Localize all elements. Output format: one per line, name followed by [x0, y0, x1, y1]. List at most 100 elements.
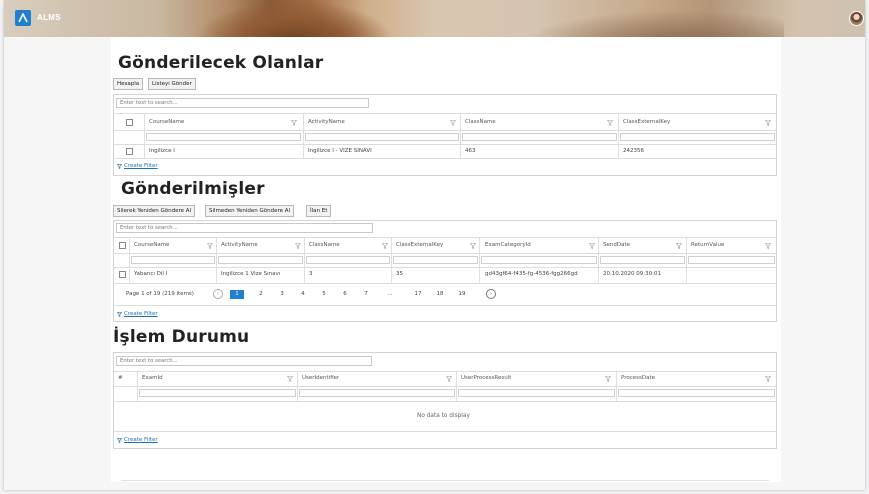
pager-page[interactable]: 5 [319, 291, 329, 297]
grid2-cell: gd43gf64-f435-fg-4536-fgg266gd [485, 271, 578, 277]
pager-page[interactable]: 18 [435, 291, 445, 297]
grid2-pager-line [114, 283, 776, 284]
pager-page[interactable]: 17 [413, 291, 423, 297]
pager-next-button[interactable]: › [486, 289, 496, 299]
pager-page[interactable]: 7 [361, 291, 371, 297]
filter-icon [117, 164, 122, 169]
grid2-cell: İngilizce 1 Vize Sınavı [221, 271, 281, 277]
grid1-col-sep [618, 114, 619, 158]
grid1-row-checkbox[interactable] [126, 148, 133, 155]
grid2-filter-classexternalkey[interactable] [393, 256, 478, 264]
grid2-select-all-checkbox[interactable] [119, 242, 126, 249]
grid1-filter-activityname[interactable] [305, 133, 459, 141]
filter-icon[interactable] [382, 243, 388, 249]
filter-icon[interactable] [605, 376, 611, 382]
filter-icon[interactable] [450, 120, 456, 126]
footer-divider [121, 480, 769, 481]
grid2-cell: 20.10.2020 09:30:01 [603, 271, 661, 277]
grid2-row-checkbox[interactable] [119, 271, 126, 278]
pager-prev-button[interactable]: ‹ [213, 289, 223, 299]
grid3-filter-useridentifier[interactable] [299, 389, 455, 397]
grid2-filter-examcategoryid[interactable] [481, 256, 597, 264]
pager-page[interactable]: 19 [457, 291, 467, 297]
filter-icon[interactable] [676, 243, 682, 249]
filter-icon[interactable] [287, 376, 293, 382]
banner-landscape-image [524, 10, 784, 37]
app-window: ALMS Gönderilecek Olanlar Hesapla Listey… [4, 0, 865, 490]
grid3-filter-examid[interactable] [139, 389, 296, 397]
grid1-header-bottom-line [114, 130, 776, 131]
pager-page[interactable]: 6 [340, 291, 350, 297]
grid2-col-sep [479, 238, 480, 283]
grid1-create-filter-link[interactable]: Create Filter [124, 163, 158, 169]
grid2-header-top-line [114, 237, 776, 238]
grid2-footer-line [114, 305, 776, 306]
listeyi-gonder-button[interactable]: Listeyi Gönder [148, 78, 196, 90]
grid1-search-input[interactable]: Enter text to search... [116, 98, 369, 108]
section-title-gonderilecek: Gönderilecek Olanlar [118, 53, 324, 73]
grid2-col-activityname[interactable]: ActivityName [221, 242, 258, 248]
hesapla-button[interactable]: Hesapla [113, 78, 144, 90]
grid3-create-filter-link[interactable]: Create Filter [124, 437, 158, 443]
grid2-create-filter-link[interactable]: Create Filter [124, 311, 158, 317]
grid3-filter-userprocessresult[interactable] [458, 389, 615, 397]
grid1-cell: İngilizce I - VİZE SINAVI [308, 148, 372, 154]
grid2-col-coursename[interactable]: CourseName [134, 242, 169, 248]
grid2-col-sep [304, 238, 305, 283]
grid2-filter-classname[interactable] [306, 256, 390, 264]
grid2-col-returnvalue[interactable]: ReturnValue [691, 242, 724, 248]
grid2-filter-senddate[interactable] [600, 256, 685, 264]
grid3-search-input[interactable]: Enter text to search... [116, 356, 372, 366]
silerek-yeniden-gonder-button[interactable]: Silerek Yeniden Göndere Al [113, 205, 196, 217]
filter-icon [117, 312, 122, 317]
grid1-filter-classname[interactable] [462, 133, 617, 141]
ilan-et-button[interactable]: İlan Et [306, 205, 332, 217]
grid2-col-classname[interactable]: ClassName [309, 242, 340, 248]
filter-icon[interactable] [295, 243, 301, 249]
app-name[interactable]: ALMS [37, 13, 61, 22]
grid2-col-examcategoryid[interactable]: ExamCategoryId [485, 242, 531, 248]
grid2-col-sep [686, 238, 687, 283]
grid3-filter-processdate[interactable] [618, 389, 775, 397]
grid3-col-useridentifier[interactable]: UserIdentifier [302, 375, 339, 381]
grid3-col-processdate[interactable]: ProcessDate [621, 375, 655, 381]
grid3-col-userprocessresult[interactable]: UserProcessResult [461, 375, 511, 381]
grid2-filter-coursename[interactable] [131, 256, 215, 264]
grid1-filter-coursename[interactable] [146, 133, 301, 141]
banner-mountain-image [194, 0, 394, 37]
grid2-filter-activityname[interactable] [218, 256, 303, 264]
grid1-col-classexternalkey[interactable]: ClassExternalKey [623, 119, 670, 125]
filter-icon[interactable] [470, 243, 476, 249]
grid2-col-classexternalkey[interactable]: ClassExternalKey [396, 242, 443, 248]
filter-icon[interactable] [589, 243, 595, 249]
section-title-gonderilmisler: Gönderilmişler [121, 179, 265, 199]
pager-page[interactable]: 3 [277, 291, 287, 297]
filter-icon[interactable] [291, 120, 297, 126]
grid1-footer-line [114, 158, 776, 159]
filter-icon[interactable] [765, 243, 771, 249]
app-logo-icon[interactable] [15, 10, 31, 26]
grid1-col-activityname[interactable]: ActivityName [308, 119, 345, 125]
pager-page-1[interactable]: 1 [230, 290, 244, 299]
grid1-col-classname[interactable]: ClassName [465, 119, 496, 125]
filter-icon[interactable] [765, 120, 771, 126]
grid3-col-index: # [118, 375, 123, 381]
filter-icon[interactable] [607, 120, 613, 126]
pager-page[interactable]: 4 [298, 291, 308, 297]
pager-ellipsis[interactable]: ... [385, 291, 395, 297]
pager-page[interactable]: 2 [256, 291, 266, 297]
grid2-col-senddate[interactable]: SendDate [603, 242, 630, 248]
grid3-col-examid[interactable]: ExamId [142, 375, 163, 381]
grid1-select-all-checkbox[interactable] [126, 119, 133, 126]
grid2-filter-returnvalue[interactable] [688, 256, 775, 264]
filter-icon[interactable] [446, 376, 452, 382]
silmeden-yeniden-gonder-button[interactable]: Silmeden Yeniden Göndere Al [205, 205, 295, 217]
grid2-col-sep [598, 238, 599, 283]
filter-icon[interactable] [765, 376, 771, 382]
section-title-islem-durumu: İşlem Durumu [113, 327, 250, 347]
grid1-filter-classexternalkey[interactable] [620, 133, 775, 141]
grid2-search-input[interactable]: Enter text to search... [116, 223, 373, 233]
grid1-col-coursename[interactable]: CourseName [149, 119, 184, 125]
user-avatar[interactable] [849, 11, 864, 26]
filter-icon[interactable] [207, 243, 213, 249]
